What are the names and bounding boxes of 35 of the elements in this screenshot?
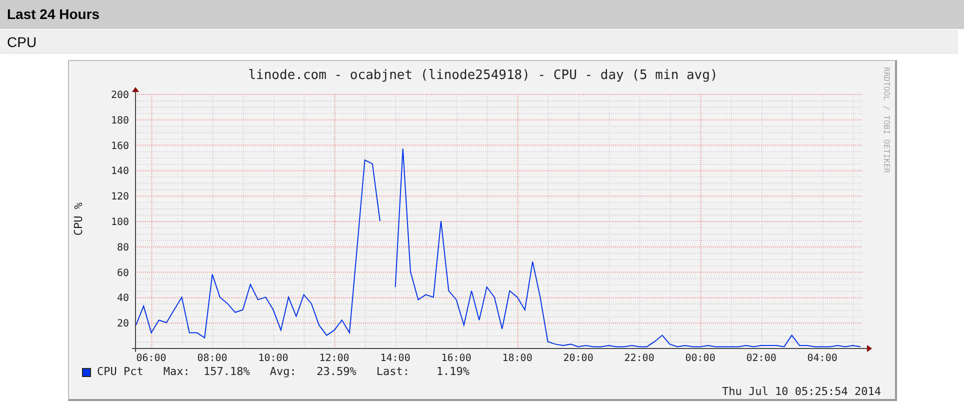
y-tick-label: 60 <box>116 268 129 279</box>
x-tick-label: 04:00 <box>807 353 838 363</box>
stat-value: 23.59% <box>316 364 356 380</box>
y-tick-label: 160 <box>110 140 129 152</box>
y-tick-label: 100 <box>110 217 129 228</box>
y-tick-label: 180 <box>110 115 129 126</box>
y-tick-label: 140 <box>110 166 129 178</box>
x-tick-label: 12:00 <box>319 353 350 363</box>
watermark-label: RRDTOOL / TOBI OETIKER <box>882 67 891 173</box>
stat-label: Avg: <box>270 364 296 380</box>
y-axis-label: CPU % <box>72 202 85 236</box>
x-tick-label: 14:00 <box>380 353 410 363</box>
x-tick-label: 22:00 <box>624 353 654 363</box>
stat-label: Max: <box>163 364 190 380</box>
y-tick-label: 200 <box>110 90 129 101</box>
x-tick-label: 18:00 <box>502 353 532 363</box>
section-header: Last 24 Hours <box>0 0 964 29</box>
timestamp: Thu Jul 10 05:25:54 2014 <box>722 384 881 400</box>
x-tick-label: 00:00 <box>685 353 716 363</box>
x-tick-label: 16:00 <box>441 353 472 363</box>
y-tick-label: 20 <box>116 318 129 330</box>
chart-title: linode.com - ocabjnet (linode254918) - CPU - day (5 min avg) <box>248 68 718 83</box>
stat-label: Last: <box>376 364 410 380</box>
x-tick-label: 02:00 <box>746 353 776 363</box>
x-tick-label: 10:00 <box>258 353 288 363</box>
legend-label: CPU Pct <box>97 364 144 380</box>
y-tick-label: 80 <box>116 242 129 254</box>
stat-value: 157.18% <box>202 364 250 380</box>
stat-value: 1.19% <box>435 364 470 380</box>
subsection-header: CPU <box>0 30 958 54</box>
x-tick-label: 06:00 <box>136 353 166 363</box>
x-tick-label: 20:00 <box>563 353 594 363</box>
y-tick-label: 40 <box>116 293 129 304</box>
y-tick-label: 120 <box>110 192 129 203</box>
x-tick-label: 08:00 <box>197 353 228 363</box>
